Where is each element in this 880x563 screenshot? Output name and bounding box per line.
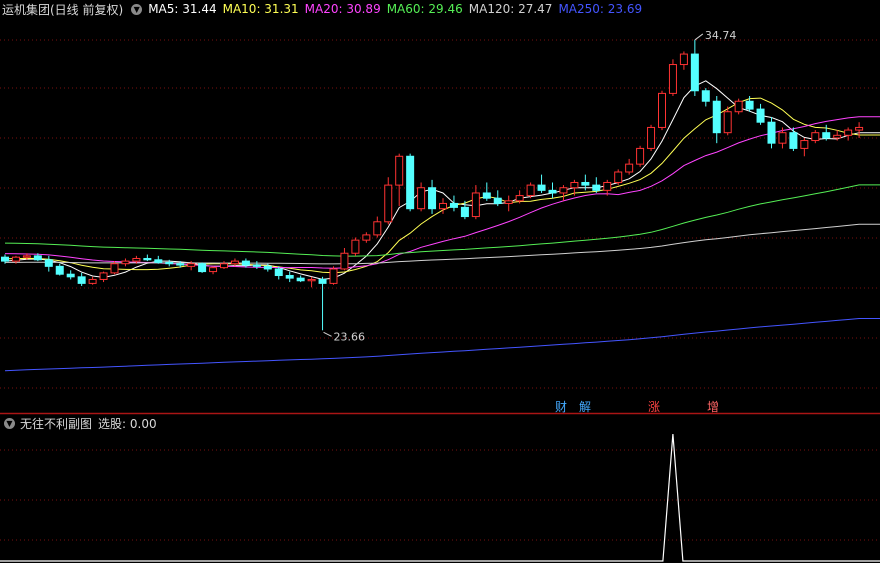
candle-body — [559, 187, 568, 194]
candle-body — [570, 181, 579, 189]
candle-body — [548, 189, 557, 194]
candle-body — [581, 181, 590, 186]
high-marker — [694, 33, 704, 41]
candle-body — [307, 278, 316, 282]
candle-body — [833, 134, 842, 139]
candle-body — [855, 126, 864, 131]
candle-body — [241, 260, 250, 266]
candle-body — [734, 100, 743, 113]
candle-body — [66, 273, 75, 278]
candle-body — [789, 132, 798, 149]
signal-line — [0, 433, 880, 562]
candle-body — [55, 265, 64, 275]
candle-body — [44, 259, 53, 267]
candle-body — [209, 267, 218, 273]
high-price-label: 34.74 — [705, 29, 737, 42]
candle-body — [329, 268, 338, 284]
ma250-line — [4, 318, 880, 372]
candle-body — [187, 263, 196, 267]
candle-body — [811, 132, 820, 142]
candle-body — [285, 275, 294, 279]
candle-body — [658, 92, 666, 128]
candle-body — [449, 202, 458, 208]
low-marker — [323, 331, 332, 337]
candle-body — [614, 171, 623, 183]
candle-body — [230, 260, 239, 265]
candle-body — [767, 121, 776, 144]
kline-chart[interactable]: 34.74 23.66 财解 涨 增 — [0, 0, 880, 563]
candle-body — [22, 255, 31, 258]
candle-body — [592, 184, 601, 191]
candle-body — [110, 263, 119, 274]
candle-body — [198, 263, 207, 273]
candle-body — [132, 257, 141, 262]
candle-body — [471, 192, 480, 218]
candle-body — [668, 64, 677, 94]
candle-body — [11, 256, 20, 262]
candle-body — [603, 181, 612, 191]
candle-body — [800, 140, 809, 149]
candle-body — [384, 184, 393, 223]
candle-body — [701, 90, 710, 102]
candle-body — [143, 257, 152, 261]
candle-body — [493, 197, 502, 204]
candle-body — [745, 100, 754, 110]
event-marker-0: 财 — [555, 400, 567, 414]
candle-body — [33, 255, 42, 261]
candle-body — [121, 260, 130, 265]
candle-body — [1, 256, 9, 262]
candle-body — [99, 272, 108, 280]
candle-body — [165, 261, 174, 265]
candle-body — [526, 184, 535, 197]
candle-body — [340, 252, 349, 270]
candle-body — [625, 163, 634, 173]
candle-body — [636, 147, 645, 165]
candle-body — [647, 126, 656, 149]
candle-body — [406, 155, 415, 210]
candle-body — [263, 265, 272, 270]
candle-body — [395, 155, 404, 186]
candle-body — [176, 263, 185, 266]
candle-body — [252, 264, 261, 267]
candle-body — [77, 276, 86, 284]
candle-body — [679, 53, 688, 66]
ma5-line — [4, 80, 880, 280]
candle-body — [482, 192, 491, 199]
candle-body — [154, 259, 163, 263]
candle-body — [318, 278, 327, 284]
candle-body — [417, 187, 426, 210]
candle-body — [515, 195, 524, 202]
candle-body — [822, 132, 831, 139]
candle-body — [756, 108, 765, 123]
candle-body — [88, 278, 97, 284]
candle-body — [778, 132, 787, 144]
candle-body — [373, 221, 382, 236]
candle-body — [460, 206, 469, 218]
candle-body — [428, 187, 437, 210]
candle-body — [351, 239, 360, 254]
ma60-line — [4, 184, 880, 257]
candle-body — [220, 263, 228, 269]
candle-body — [274, 268, 283, 277]
ma10-line — [4, 97, 880, 274]
candle-body — [362, 234, 371, 241]
candle-body — [439, 202, 447, 210]
event-marker-3: 增 — [707, 400, 719, 414]
candle-body — [844, 129, 853, 136]
candle-body — [296, 277, 305, 282]
candle-body — [537, 184, 546, 191]
low-price-label: 23.66 — [334, 330, 366, 343]
candle-body — [504, 200, 513, 204]
candle-body — [723, 111, 732, 134]
event-marker-1: 解 — [579, 400, 591, 414]
candle-body — [690, 53, 699, 92]
candle-body — [712, 100, 721, 134]
event-marker-2: 涨 — [648, 399, 660, 414]
